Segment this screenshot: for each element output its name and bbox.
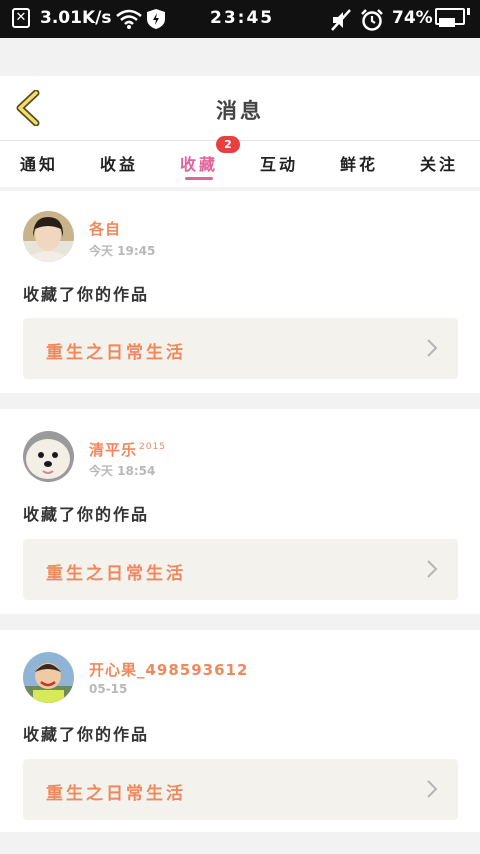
message-card: 各自 今天 19:45 收藏了你的作品 重生之日常生活 [0,191,480,393]
tab-earnings[interactable]: 收益 [100,151,138,175]
active-tab-indicator [185,177,213,180]
chevron-right-icon [427,560,438,578]
username-suffix: 2015 [139,442,166,452]
avatar[interactable] [23,211,74,262]
message-time: 今天 18:54 [89,464,156,478]
page-title: 消息 [216,99,264,123]
work-title: 重生之日常生活 [46,784,186,804]
battery-percent: 74% [392,8,433,28]
tab-follows[interactable]: 关注 [420,151,458,175]
favorites-count-badge: 2 [216,136,240,153]
app-header: 消息 [0,76,480,141]
username[interactable]: 各自 [89,218,121,239]
work-link[interactable]: 重生之日常生活 [23,759,458,820]
work-title: 重生之日常生活 [46,343,186,363]
sim-off-icon: ✕ [12,8,30,28]
message-time: 今天 19:45 [89,244,156,258]
net-speed: 3.01K/s [40,8,112,28]
tab-interactions[interactable]: 互动 [260,151,298,175]
message-card: 开心果_498593612 05-15 收藏了你的作品 重生之日常生活 [0,630,480,832]
tab-bar: 通知 收益 收藏 互动 鲜花 关注 [0,141,480,187]
status-bar: ✕ 3.01K/s 23:45 74% [0,0,480,38]
username[interactable]: 清平乐 2015 [89,439,166,460]
message-card: 清平乐 2015 今天 18:54 收藏了你的作品 重生之日常生活 [0,409,480,614]
work-link[interactable]: 重生之日常生活 [23,539,458,600]
mute-icon [330,8,352,37]
shield-icon [146,8,166,35]
avatar[interactable] [23,431,74,482]
work-title: 重生之日常生活 [46,564,186,584]
clock-time: 23:45 [210,8,275,28]
action-text: 收藏了你的作品 [23,505,150,524]
wifi-icon [116,8,142,35]
alarm-icon [360,8,384,37]
chevron-right-icon [427,780,438,798]
tab-flowers[interactable]: 鲜花 [340,151,378,175]
username[interactable]: 开心果_498593612 [89,659,248,680]
chevron-right-icon [427,339,438,357]
avatar[interactable] [23,652,74,703]
tab-favorites[interactable]: 收藏 [180,151,218,175]
work-link[interactable]: 重生之日常生活 [23,318,458,379]
action-text: 收藏了你的作品 [23,725,150,744]
battery-tip [467,8,470,15]
action-text: 收藏了你的作品 [23,285,150,304]
tab-notifications[interactable]: 通知 [20,151,58,175]
message-time: 05-15 [89,682,128,696]
battery-icon [435,8,465,27]
